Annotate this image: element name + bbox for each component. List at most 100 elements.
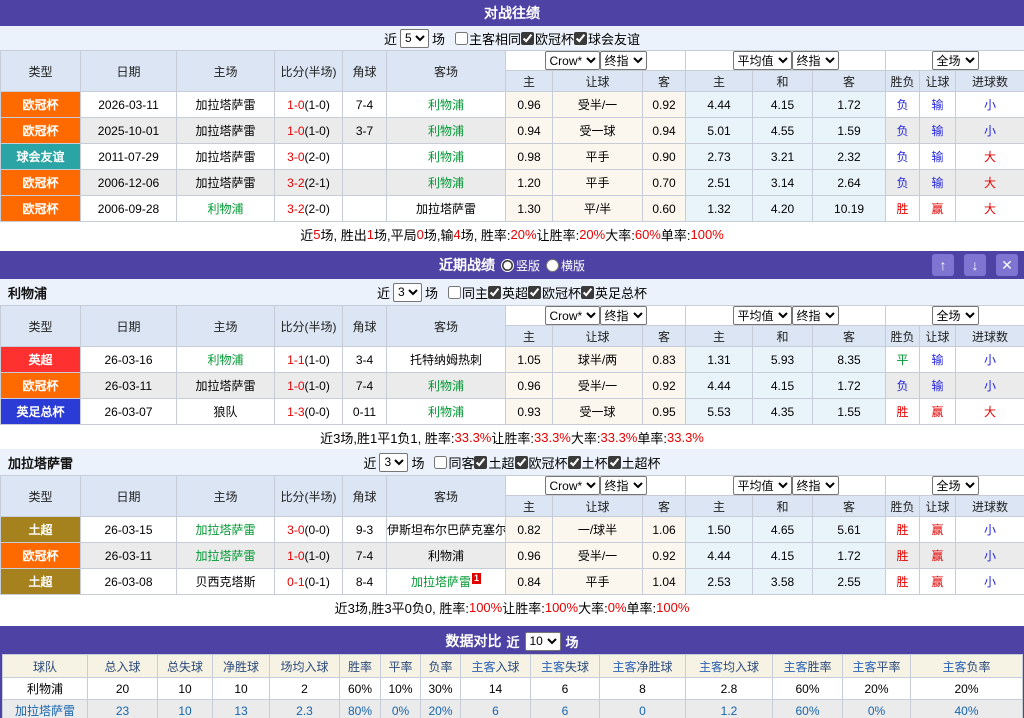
layout-vertical-radio[interactable]: 竖版 [501,257,540,274]
header-rest: 胜率 [808,660,832,674]
odds-home: 0.96 [506,92,553,118]
period-select[interactable]: 全场 [932,476,979,495]
filter-checkbox-英超[interactable]: 英超 [488,283,528,302]
checkbox-input[interactable] [528,286,541,299]
recent-count-select[interactable]: 3 [393,283,422,302]
close-button[interactable]: ✕ [996,254,1018,276]
result-goals: 小 [956,517,1024,543]
avg-away: 8.35 [813,347,886,373]
avg-away: 1.72 [813,373,886,399]
checkbox-input[interactable] [448,286,461,299]
filter-checkbox-欧冠杯[interactable]: 欧冠杯 [528,283,581,302]
checkbox-input[interactable] [608,456,621,469]
move-down-button[interactable]: ↓ [964,254,986,276]
index-select-2[interactable]: 终指 [792,51,839,70]
checkbox-input[interactable] [515,456,528,469]
result-handicap-value: 赢 [932,405,944,419]
compare-recent-select[interactable]: 10 [525,632,561,651]
vertical-radio-input[interactable] [501,259,514,272]
team-name-text: 利物浦 [428,98,464,112]
column-header: 客场 [387,306,506,347]
checkbox-input[interactable] [568,456,581,469]
sub-column-header: 和 [753,71,813,92]
summary-text: 单率: [637,428,667,447]
checkbox-input[interactable] [474,456,487,469]
filter-checkbox-欧冠杯[interactable]: 欧冠杯 [515,453,568,472]
result-outcome: 负 [886,170,920,196]
header-rest: 平率 [877,660,901,674]
avg-draw: 4.55 [753,118,813,144]
sub-column-header: 主 [506,496,553,517]
team-name-text: 利物浦 [428,124,464,138]
period-select[interactable]: 全场 [932,51,979,70]
sub-column-header: 让球 [553,496,643,517]
result-outcome-value: 胜 [897,523,909,537]
filter-checkbox-球会友谊[interactable]: 球会友谊 [574,29,640,48]
avg-away: 1.59 [813,118,886,144]
checkbox-input[interactable] [574,32,587,45]
average-select[interactable]: 平均值 [733,51,792,70]
period-select[interactable]: 全场 [932,306,979,325]
filter-checkbox-同主[interactable]: 同主 [448,283,488,302]
h2h-title: 对战往绩 [484,3,540,23]
corner-score: 8-4 [343,569,387,595]
result-outcome: 胜 [886,543,920,569]
column-header: 比分(半场) [275,306,343,347]
team-name-text: 加拉塔萨雷 [195,379,255,393]
bookmaker-select[interactable]: Crow* [545,51,600,70]
sub-column-header: 主 [686,326,753,347]
column-header: 日期 [81,51,177,92]
checkbox-input[interactable] [521,32,534,45]
avg-home: 1.32 [686,196,753,222]
compare-column-header: 主客均入球 [686,655,773,678]
move-up-button[interactable]: ↑ [932,254,954,276]
stat-value: 2.3 [270,700,340,718]
odds-line: 受半/一 [553,373,643,399]
checkbox-label: 同客 [448,453,474,472]
filter-checkbox-英足总杯[interactable]: 英足总杯 [581,283,647,302]
checkbox-input[interactable] [488,286,501,299]
filter-checkbox-土超[interactable]: 土超 [474,453,514,472]
filter-checkbox-土超杯[interactable]: 土超杯 [608,453,661,472]
bookmaker-select[interactable]: Crow* [545,306,600,325]
index-select-2[interactable]: 终指 [792,476,839,495]
summary-value: 0% [608,600,627,615]
stat-value: 60% [773,700,843,718]
header-prefix: 主客 [471,660,495,674]
result-outcome: 负 [886,118,920,144]
result-outcome-value: 负 [897,379,909,393]
checkbox-input[interactable] [581,286,594,299]
recent-label: 近 [377,283,390,302]
sub-column-header: 让球 [920,496,956,517]
competition-badge: 欧冠杯 [1,170,81,196]
index-select[interactable]: 终指 [600,476,647,495]
recent-count-select[interactable]: 3 [379,453,408,472]
filter-checkbox-欧冠杯[interactable]: 欧冠杯 [521,29,574,48]
result-handicap-value: 输 [932,150,944,164]
odds-select-group: Crow*终指 [506,476,686,496]
index-select-2[interactable]: 终指 [792,306,839,325]
filter-checkbox-土杯[interactable]: 土杯 [568,453,608,472]
filter-checkbox-主客相同[interactable]: 主客相同 [455,29,521,48]
recent-count-select[interactable]: 5 [400,29,429,48]
horizontal-radio-input[interactable] [546,259,559,272]
stat-value: 2.8 [686,678,773,700]
index-select[interactable]: 终指 [600,51,647,70]
corner-score: 7-4 [343,373,387,399]
home-team: 加拉塔萨雷 [177,92,275,118]
checkbox-input[interactable] [455,32,468,45]
result-goals: 大 [956,196,1024,222]
sub-column-header: 主 [506,71,553,92]
team-name-text: 利物浦 [428,150,464,164]
filter-checkbox-同客[interactable]: 同客 [434,453,474,472]
average-select[interactable]: 平均值 [733,306,792,325]
stat-value: 10 [213,678,270,700]
average-select[interactable]: 平均值 [733,476,792,495]
index-select[interactable]: 终指 [600,306,647,325]
layout-horizontal-radio[interactable]: 横版 [546,257,585,274]
match-date: 26-03-16 [81,347,177,373]
avg-home: 2.53 [686,569,753,595]
bookmaker-select[interactable]: Crow* [545,476,600,495]
checkbox-input[interactable] [434,456,447,469]
avg-home: 1.31 [686,347,753,373]
